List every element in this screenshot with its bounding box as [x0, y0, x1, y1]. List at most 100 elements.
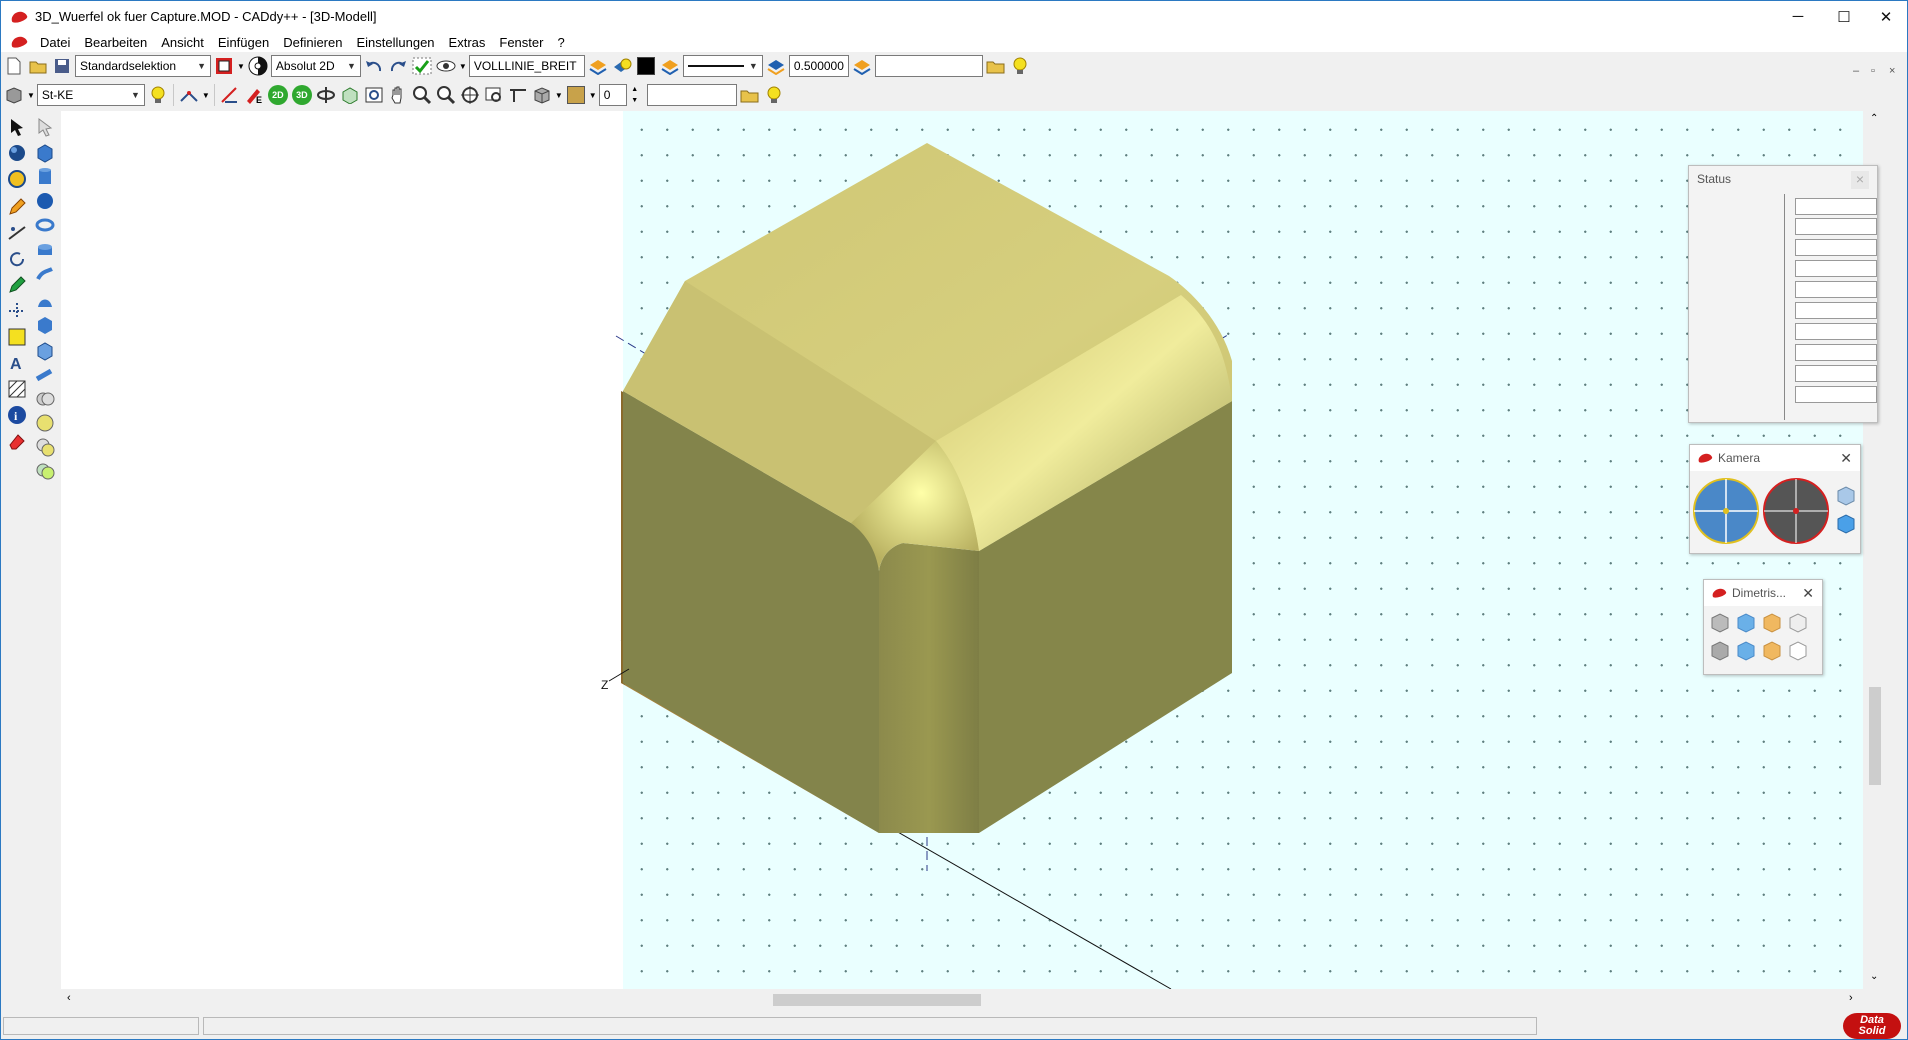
fillet-tool-icon[interactable]: [33, 339, 57, 363]
pencil-tool-icon[interactable]: [5, 195, 29, 219]
layer-stack-icon[interactable]: [851, 55, 873, 77]
document-logo-icon[interactable]: [9, 34, 29, 50]
horizontal-scrollbar[interactable]: ‹ ›: [61, 989, 1863, 1011]
horizontal-scroll-thumb[interactable]: [773, 994, 981, 1006]
redo-icon[interactable]: [387, 55, 409, 77]
menu-ansicht[interactable]: Ansicht: [154, 35, 211, 50]
menu-definieren[interactable]: Definieren: [276, 35, 349, 50]
layer-stack-icon[interactable]: [587, 55, 609, 77]
scroll-left-icon[interactable]: ‹: [67, 992, 71, 1004]
toolbar2-extra-field[interactable]: [646, 84, 737, 106]
view-box-icon[interactable]: [339, 84, 361, 106]
orbit-icon[interactable]: [315, 84, 337, 106]
color-swatch[interactable]: [635, 55, 657, 77]
visibility-eye-icon[interactable]: [435, 55, 457, 77]
highlight-tool-icon[interactable]: [5, 325, 29, 349]
lightbulb-icon[interactable]: [147, 84, 169, 106]
axis-tool-icon[interactable]: [5, 299, 29, 323]
camera-cube-top-icon[interactable]: [1837, 486, 1855, 506]
toolbar1-extra-field[interactable]: [874, 55, 983, 77]
scroll-down-icon[interactable]: ⌄: [1870, 971, 1878, 982]
zoom-in-icon[interactable]: [411, 84, 433, 106]
menu-bearbeiten[interactable]: Bearbeiten: [77, 35, 154, 50]
select-arrow-outline-icon[interactable]: [33, 115, 57, 139]
view-2d-button[interactable]: 2D: [267, 84, 289, 106]
folder-layers-icon[interactable]: [739, 84, 761, 106]
zoom-window-icon[interactable]: [363, 84, 385, 106]
sphere-tool-icon[interactable]: [5, 141, 29, 165]
line-tool-icon[interactable]: [5, 221, 29, 245]
boolean-green-icon[interactable]: [33, 459, 57, 483]
lightbulb-icon[interactable]: [763, 84, 785, 106]
scroll-up-icon[interactable]: ⌃: [1870, 113, 1878, 124]
zoom-out-icon[interactable]: [435, 84, 457, 106]
camera-panel-close-button[interactable]: ✕: [1840, 450, 1852, 467]
info-icon[interactable]: i: [5, 403, 29, 427]
coordinate-mode-select[interactable]: Absolut 2D ▼: [270, 55, 361, 77]
close-button[interactable]: ✕: [1863, 1, 1908, 32]
select-arrow-icon[interactable]: [5, 115, 29, 139]
layer-cube-icon[interactable]: [3, 84, 25, 106]
zoom-all-icon[interactable]: [459, 84, 481, 106]
dropdown-arrow-icon[interactable]: ▼: [202, 91, 210, 100]
drawing-viewport[interactable]: Z: [61, 111, 1863, 989]
loft-tool-icon[interactable]: [33, 289, 57, 313]
torus-tool-icon[interactable]: [33, 213, 57, 237]
vertical-scroll-thumb[interactable]: [1869, 687, 1881, 785]
camera-cube-front-icon[interactable]: [1837, 514, 1855, 534]
eraser-tool-icon[interactable]: [5, 429, 29, 453]
hatch-tool-icon[interactable]: [5, 377, 29, 401]
coordinate-mode-icon[interactable]: [247, 55, 269, 77]
section-view-icon[interactable]: [507, 84, 529, 106]
linewidth-field[interactable]: [788, 55, 849, 77]
undo-icon[interactable]: [363, 55, 385, 77]
extrude-tool-icon[interactable]: [33, 237, 57, 261]
lightbulb-icon[interactable]: [1009, 55, 1031, 77]
pan-hand-icon[interactable]: [387, 84, 409, 106]
dimetric-view-buttons[interactable]: [1704, 608, 1824, 672]
dimetric-panel-close-button[interactable]: ✕: [1802, 585, 1814, 602]
maximize-button[interactable]: ☐: [1821, 1, 1867, 32]
spin-down-icon[interactable]: ▼: [629, 95, 641, 106]
draw-tool-icon[interactable]: [5, 273, 29, 297]
grid-snap-icon[interactable]: [411, 55, 433, 77]
layer-number-spinner[interactable]: ▲ ▼: [629, 84, 641, 106]
edit-element-icon[interactable]: E: [243, 84, 265, 106]
layer-number-field[interactable]: [598, 84, 627, 106]
menu-datei[interactable]: Datei: [33, 35, 77, 50]
chamfer-tool-icon[interactable]: [33, 363, 57, 387]
layer-select[interactable]: St-KE ▼: [36, 84, 145, 106]
minimize-button[interactable]: ─: [1775, 1, 1821, 32]
box-tool-icon[interactable]: [33, 141, 57, 165]
rotate-tool-icon[interactable]: [5, 247, 29, 271]
dropdown-arrow-icon[interactable]: ▼: [459, 62, 467, 71]
globe-tool-icon[interactable]: [5, 167, 29, 191]
boolean-union-icon[interactable]: [33, 387, 57, 411]
shaded-cube-icon[interactable]: [531, 84, 553, 106]
measure-icon[interactable]: [219, 84, 241, 106]
dropdown-arrow-icon[interactable]: ▼: [555, 91, 563, 100]
layer-stack-icon[interactable]: [659, 55, 681, 77]
mdi-restore-button[interactable]: ▫: [1871, 65, 1875, 77]
mdi-close-button[interactable]: ×: [1889, 65, 1895, 77]
open-folder-icon[interactable]: [27, 55, 49, 77]
snap-point-icon[interactable]: [178, 84, 200, 106]
scroll-right-icon[interactable]: ›: [1849, 992, 1853, 1004]
sphere-blue-icon[interactable]: [33, 189, 57, 213]
cube-vertical-fillet[interactable]: [879, 543, 979, 833]
shell-tool-icon[interactable]: [33, 313, 57, 337]
spin-up-icon[interactable]: ▲: [629, 84, 641, 95]
dropdown-arrow-icon[interactable]: ▼: [589, 91, 597, 100]
text-tool-icon[interactable]: A: [5, 351, 29, 375]
mdi-minimize-button[interactable]: –: [1853, 65, 1859, 77]
sweep-tool-icon[interactable]: [33, 263, 57, 287]
boolean-intersect-icon[interactable]: [33, 435, 57, 459]
dropdown-arrow-icon[interactable]: ▼: [27, 91, 35, 100]
zoom-previous-icon[interactable]: [483, 84, 505, 106]
menu-einfuegen[interactable]: Einfügen: [211, 35, 276, 50]
layer-light-icon[interactable]: [611, 55, 633, 77]
selection-mode-select[interactable]: Standardselektion ▼: [75, 55, 211, 77]
model-3d-view[interactable]: Z: [61, 111, 1863, 989]
select-frame-icon[interactable]: [213, 55, 235, 77]
status-panel-close-button[interactable]: ×: [1851, 171, 1869, 189]
